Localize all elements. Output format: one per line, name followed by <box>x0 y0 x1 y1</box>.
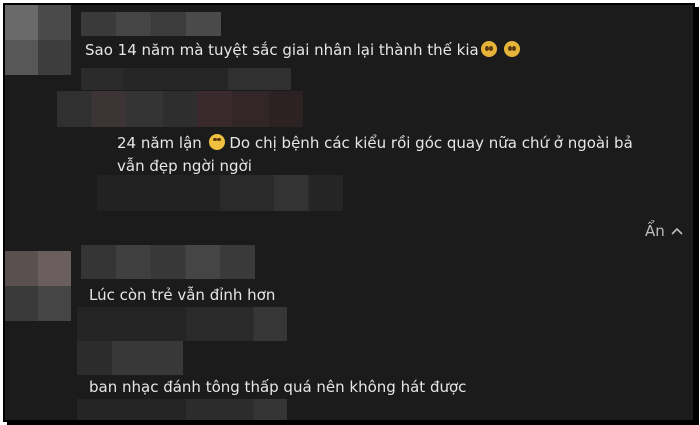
reply-text-line2: vẫn đẹp ngời ngời <box>117 157 252 175</box>
comment-actions[interactable] <box>81 68 291 90</box>
hide-replies-button[interactable]: Ẩn <box>645 221 683 241</box>
comment-actions[interactable] <box>77 307 287 341</box>
reply-text: 24 năm lận Do chị bệnh các kiểu rồi góc … <box>117 134 633 152</box>
comment-text: ban nhạc đánh tông thấp quá nên không há… <box>89 378 467 396</box>
comment-thread: Sao 14 năm mà tuyệt sắc giai nhân lại th… <box>3 3 695 422</box>
comment-text: Sao 14 năm mà tuyệt sắc giai nhân lại th… <box>85 40 520 61</box>
pleading-face-icon <box>503 41 520 57</box>
laughing-face-icon <box>208 134 225 150</box>
avatar <box>5 251 71 321</box>
reply-actions[interactable] <box>97 175 343 211</box>
comment-text: Lúc còn trẻ vẫn đỉnh hơn <box>89 286 276 304</box>
chevron-up-icon <box>671 227 683 235</box>
author-name[interactable] <box>81 12 221 36</box>
author-name[interactable] <box>77 341 183 375</box>
reply-author[interactable] <box>57 91 303 127</box>
avatar <box>5 5 71 75</box>
comment-actions[interactable] <box>77 399 287 420</box>
author-name[interactable] <box>81 245 255 279</box>
pleading-face-icon <box>480 41 497 57</box>
